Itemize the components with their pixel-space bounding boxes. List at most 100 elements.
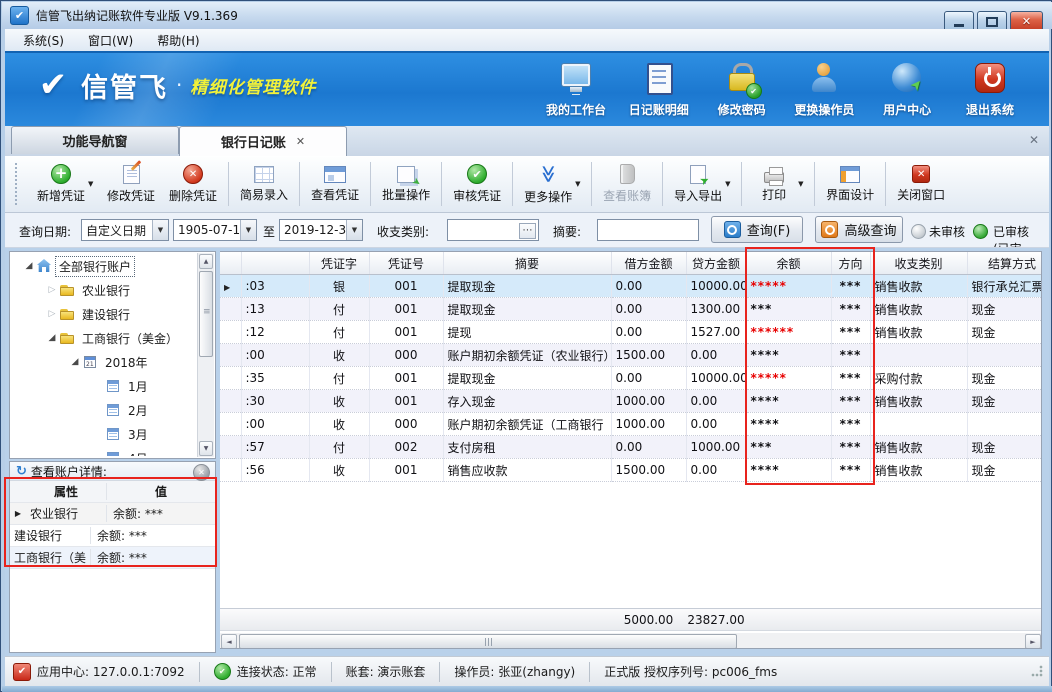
table-row[interactable]: :57 付 002 支付房租 0.00 1000.00 *** *** 销售收款… [220,436,1042,459]
tree-item[interactable]: 2月 [10,398,198,422]
table-row[interactable]: :56 收 001 销售应收款 1500.00 0.00 **** *** 销售… [220,459,1042,482]
toolbar-button[interactable]: 修改凭证 [100,159,162,209]
menu-item[interactable]: 窗口(W) [76,30,145,51]
tree-expander-icon[interactable]: ◢ [45,333,59,343]
column-header[interactable] [220,252,241,275]
dropdown-arrow-icon[interactable]: ▼ [725,180,735,188]
column-header[interactable]: 借方金额 [611,252,686,275]
detail-close-icon[interactable]: ✕ [193,464,210,481]
scroll-up-icon[interactable]: ▲ [199,254,213,269]
tree-expander-icon[interactable]: ▷ [45,309,59,319]
scroll-left-icon[interactable]: ◄ [221,634,237,649]
chevron-down-icon[interactable]: ▼ [346,220,362,240]
tree-item[interactable]: ▷ 农业银行 [10,278,198,302]
table-row[interactable]: :00 收 000 账户期初余额凭证（工商银行（美金）） 1000.00 0.0… [220,413,1042,436]
table-row[interactable]: :13 付 001 提取现金 0.00 1300.00 *** *** 销售收款… [220,298,1042,321]
resize-grip[interactable] [1031,665,1043,677]
column-header[interactable]: 方向 [831,252,870,275]
tab[interactable]: 功能导航窗 ✕ [11,126,179,154]
tree-node-label[interactable]: 2018年 [102,353,151,372]
toolbar-button[interactable]: 批量操作 [375,159,437,209]
account-row[interactable]: ▶ 农业银行 余额: *** [10,503,215,525]
column-header[interactable]: 余额 [746,252,831,275]
toolbar-button[interactable]: 关闭窗口 [890,159,952,209]
horizontal-scrollbar[interactable]: ◄ ► [220,633,1042,649]
tree-node-label[interactable]: 3月 [125,425,151,444]
tree-expander-icon[interactable]: ◢ [22,261,36,271]
dropdown-arrow-icon[interactable]: ▼ [798,180,808,188]
unaudited-status-icon[interactable] [911,224,926,239]
banner-action[interactable]: 用户中心 [876,61,938,118]
scroll-thumb[interactable] [199,271,213,357]
toolbar-button[interactable]: 简易录入 [233,159,295,209]
date-from-select[interactable]: 1905-07-10 ▼ [173,219,257,241]
toolbar-button[interactable]: 查看凭证 [304,159,366,209]
chevron-down-icon[interactable]: ▼ [152,220,168,240]
table-row[interactable]: :30 收 001 存入现金 1000.00 0.00 **** *** 销售收… [220,390,1042,413]
tab[interactable]: 银行日记账 ✕ [179,126,347,156]
tree-scrollbar[interactable]: ▲ ▼ [197,253,214,457]
tree-node-label[interactable]: 2月 [125,401,151,420]
column-header[interactable]: 收支类别 [870,252,967,275]
category-input[interactable]: ⋯ [447,219,539,241]
banner-action[interactable]: 日记账明细 [628,61,690,118]
banner-action[interactable]: 修改密码 [711,61,773,118]
tree-expander-icon[interactable]: ▷ [45,285,59,295]
column-header[interactable]: 贷方金额 [686,252,746,275]
tree-node-label[interactable]: 工商银行（美金） [79,329,181,348]
tree-expander-icon[interactable]: ◢ [68,357,82,367]
scroll-thumb[interactable] [239,634,737,649]
banner-action[interactable]: 退出系统 [959,61,1021,118]
tree-item[interactable]: ◢ 2018年 [10,350,198,374]
panel-close-icon[interactable]: ✕ [1029,133,1039,147]
table-row[interactable]: :03 银 001 提取现金 0.00 10000.00 ***** *** 销… [220,275,1042,298]
toolbar-button[interactable]: 审核凭证 [446,159,508,209]
menu-item[interactable]: 系统(S) [11,30,76,51]
tree-node-label[interactable]: 4月 [125,449,151,457]
column-header[interactable] [241,252,309,275]
table-row[interactable]: :12 付 001 提现 0.00 1527.00 ****** *** 销售收… [220,321,1042,344]
tree-item[interactable]: ▷ 建设银行 [10,302,198,326]
toolbar-button[interactable]: 导入导出 [667,159,729,209]
column-header[interactable]: 摘要 [443,252,611,275]
query-button[interactable]: 查询(F) [711,216,803,243]
date-mode-select[interactable]: 自定义日期 ▼ [81,219,169,241]
banner-action[interactable]: 我的工作台 [545,61,607,118]
chevron-down-icon[interactable]: ▼ [240,220,256,240]
column-header[interactable]: 结算方式 [967,252,1042,275]
audited-status-icon[interactable] [973,224,988,239]
toolbar-button[interactable]: 新增凭证 [30,159,92,209]
account-row[interactable]: ▶ 建设银行 余额: *** [10,525,215,547]
summary-input[interactable] [597,219,699,241]
dropdown-arrow-icon[interactable]: ▼ [88,180,98,188]
tree-item[interactable]: ◢ 工商银行（美金） [10,326,198,350]
refresh-icon[interactable]: ↻ [16,464,27,479]
advanced-query-button[interactable]: 高级查询 [815,216,903,243]
column-header[interactable]: 凭证号 [369,252,443,275]
tab-close-icon[interactable]: ✕ [296,135,305,148]
scroll-right-icon[interactable]: ► [1025,634,1041,649]
account-row[interactable]: ▶ 工商银行（美 余额: *** [10,547,215,569]
tree-item[interactable]: 3月 [10,422,198,446]
category-picker-icon[interactable]: ⋯ [519,223,536,239]
toolbar-button[interactable]: 更多操作 [517,159,579,209]
date-to-select[interactable]: 2019-12-31 ▼ [279,219,363,241]
dropdown-arrow-icon[interactable]: ▼ [575,180,585,188]
toolbar-button[interactable]: 查看账簿 [596,159,658,209]
column-header[interactable]: 凭证字 [309,252,369,275]
toolbar-button[interactable]: 打印 [746,159,802,209]
table-row[interactable]: :00 收 000 账户期初余额凭证（农业银行） 1500.00 0.00 **… [220,344,1042,367]
banner-action[interactable]: 更换操作员 [793,61,855,118]
tree-node-label[interactable]: 全部银行账户 [56,257,134,276]
tree-item[interactable]: 1月 [10,374,198,398]
scroll-down-icon[interactable]: ▼ [199,441,213,456]
menu-item[interactable]: 帮助(H) [145,30,211,51]
tree-node-label[interactable]: 建设银行 [79,305,133,324]
tree-node-label[interactable]: 农业银行 [79,281,133,300]
toolbar-button[interactable]: 界面设计 [819,159,881,209]
tree-node-label[interactable]: 1月 [125,377,151,396]
toolbar-button[interactable]: 删除凭证 [162,159,224,209]
tree-item[interactable]: 4月 [10,446,198,456]
tree-item[interactable]: ◢ 全部银行账户 [10,254,198,278]
table-row[interactable]: :35 付 001 提取现金 0.00 10000.00 ***** *** 采… [220,367,1042,390]
